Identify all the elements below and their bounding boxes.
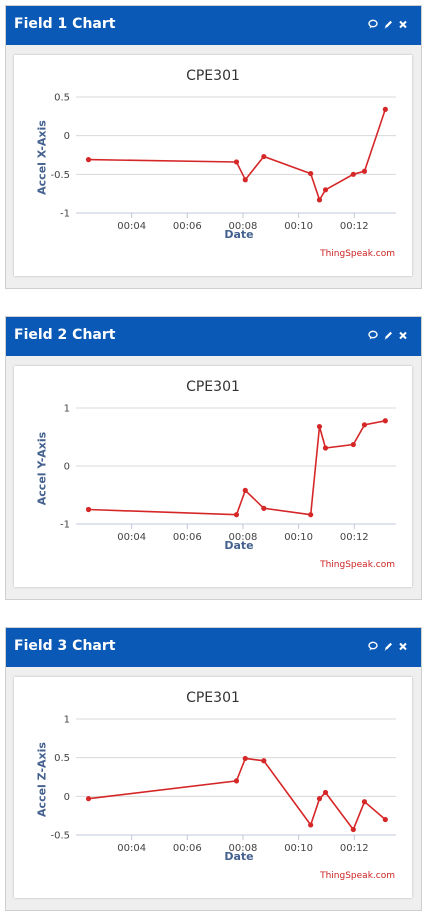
thingspeak-credit-link[interactable]: ThingSpeak.com [320, 249, 395, 259]
thingspeak-credit-link[interactable]: ThingSpeak.com [320, 560, 395, 570]
panel-header: Field 2 Chart [6, 317, 421, 356]
data-point[interactable] [382, 418, 388, 424]
field-1-panel: Field 1 Chart 0.5 0 -0.5 -1 00:04 00:06 00:08 0… [5, 5, 422, 289]
chart-container: 1 0 -1 00:04 00:06 00:08 00:10 00:12 CPE301 Acc… [14, 366, 412, 587]
panel-header: Field 1 Chart [6, 6, 421, 45]
panel-title: Field 3 Chart [14, 638, 116, 654]
panel-title: Field 2 Chart [14, 327, 116, 343]
comment-icon[interactable] [368, 640, 378, 652]
y-tick-label: 1 [64, 715, 70, 726]
x-tick-label: 00:04 [117, 532, 146, 543]
data-point[interactable] [261, 505, 267, 511]
chart-container: 1 0.5 0 -0.5 00:04 00:06 00:08 00:10 00:12 CPE30… [14, 677, 412, 898]
data-point[interactable] [261, 758, 267, 764]
chart-title: CPE301 [186, 690, 240, 706]
data-point[interactable] [261, 153, 267, 160]
data-point[interactable] [242, 487, 248, 493]
data-point[interactable] [350, 441, 356, 448]
y-axis-label: Accel Y-Axis [35, 431, 49, 506]
close-icon[interactable] [398, 329, 408, 341]
data-point[interactable] [322, 187, 329, 193]
data-point[interactable] [233, 159, 240, 165]
panel-actions [368, 640, 408, 652]
field-3-panel: Field 3 Chart 1 0.5 0 -0.5 00:04 00:06 00:08 00… [5, 627, 422, 911]
y-tick-label: -1 [60, 209, 70, 220]
x-tick-label: 00:04 [117, 221, 146, 232]
data-point[interactable] [242, 177, 248, 183]
x-tick-label: 00:12 [340, 532, 369, 543]
data-point[interactable] [308, 170, 314, 177]
y-axis-label: Accel X-Axis [35, 120, 49, 195]
y-tick-label: 1 [64, 404, 70, 415]
x-tick-label: 00:12 [340, 221, 369, 232]
data-point[interactable] [361, 422, 368, 428]
data-point[interactable] [316, 423, 323, 430]
data-point[interactable] [361, 168, 368, 174]
chart-svg: 10.50-0.500:04 00:06 00:08 00:10 00:12 [50, 715, 396, 854]
x-tick-label: 00:06 [173, 532, 202, 543]
comment-icon[interactable] [368, 329, 378, 341]
data-point[interactable] [316, 796, 323, 802]
chart-svg: 0.50-0.5-100:04 00:06 00:08 00:10 00:12 [50, 93, 396, 232]
y-tick-label: 0.5 [54, 93, 70, 104]
close-icon[interactable] [398, 640, 408, 652]
series-line [88, 757, 386, 832]
pencil-icon[interactable] [383, 329, 393, 341]
x-tick-label: 00:06 [173, 221, 202, 232]
x-tick-label: 00:10 [284, 843, 313, 854]
data-point[interactable] [322, 445, 329, 451]
x-tick-label: 00:10 [284, 532, 313, 543]
y-axis-label: Accel Z-Axis [35, 742, 49, 817]
x-axis-label: Date [224, 228, 254, 241]
x-tick-label: 00:12 [340, 843, 369, 854]
panel-header: Field 3 Chart [6, 628, 421, 667]
data-point[interactable] [233, 778, 240, 784]
chart-container: 0.5 0 -0.5 -1 00:04 00:06 00:08 00:10 00:12 CPE3… [14, 55, 412, 276]
x-tick-label: 00:06 [173, 843, 202, 854]
y-tick-label: -0.5 [50, 831, 70, 842]
chart-title: CPE301 [186, 379, 240, 395]
data-point[interactable] [308, 822, 314, 828]
data-point[interactable] [316, 197, 323, 203]
series-line [88, 109, 387, 202]
chart-title: CPE301 [186, 68, 240, 84]
panel-actions [368, 329, 408, 341]
series-line [88, 420, 386, 516]
y-tick-label: 0 [64, 792, 70, 803]
data-point[interactable] [85, 506, 92, 513]
data-point[interactable] [361, 799, 368, 805]
y-tick-label: -1 [60, 520, 70, 531]
y-tick-label: 0 [64, 131, 70, 142]
panel-actions [368, 18, 408, 30]
x-tick-label: 00:04 [117, 843, 146, 854]
panel-title: Field 1 Chart [14, 16, 116, 32]
data-point[interactable] [382, 816, 388, 823]
data-point[interactable] [85, 157, 92, 163]
data-point[interactable] [85, 796, 92, 802]
y-tick-label: 0.5 [54, 753, 70, 764]
x-axis-label: Date [224, 539, 254, 552]
y-tick-label: -0.5 [50, 170, 70, 181]
x-tick-label: 00:10 [284, 221, 313, 232]
thingspeak-credit-link[interactable]: ThingSpeak.com [320, 871, 395, 881]
y-tick-label: 0 [64, 462, 70, 473]
pencil-icon[interactable] [383, 640, 393, 652]
data-point[interactable] [350, 171, 356, 177]
pencil-icon[interactable] [383, 18, 393, 30]
field-2-panel: Field 2 Chart 1 0 -1 00:04 00:06 00:08 00:10 00… [5, 316, 422, 600]
comment-icon[interactable] [368, 18, 378, 30]
data-point[interactable] [233, 512, 240, 518]
data-point[interactable] [308, 512, 314, 518]
data-point[interactable] [242, 755, 248, 762]
data-point[interactable] [382, 106, 388, 112]
close-icon[interactable] [398, 18, 408, 30]
chart-svg: 10-100:04 00:06 00:08 00:10 00:12 [60, 404, 396, 543]
data-point[interactable] [322, 789, 329, 796]
x-axis-label: Date [224, 850, 254, 863]
data-point[interactable] [350, 826, 356, 833]
